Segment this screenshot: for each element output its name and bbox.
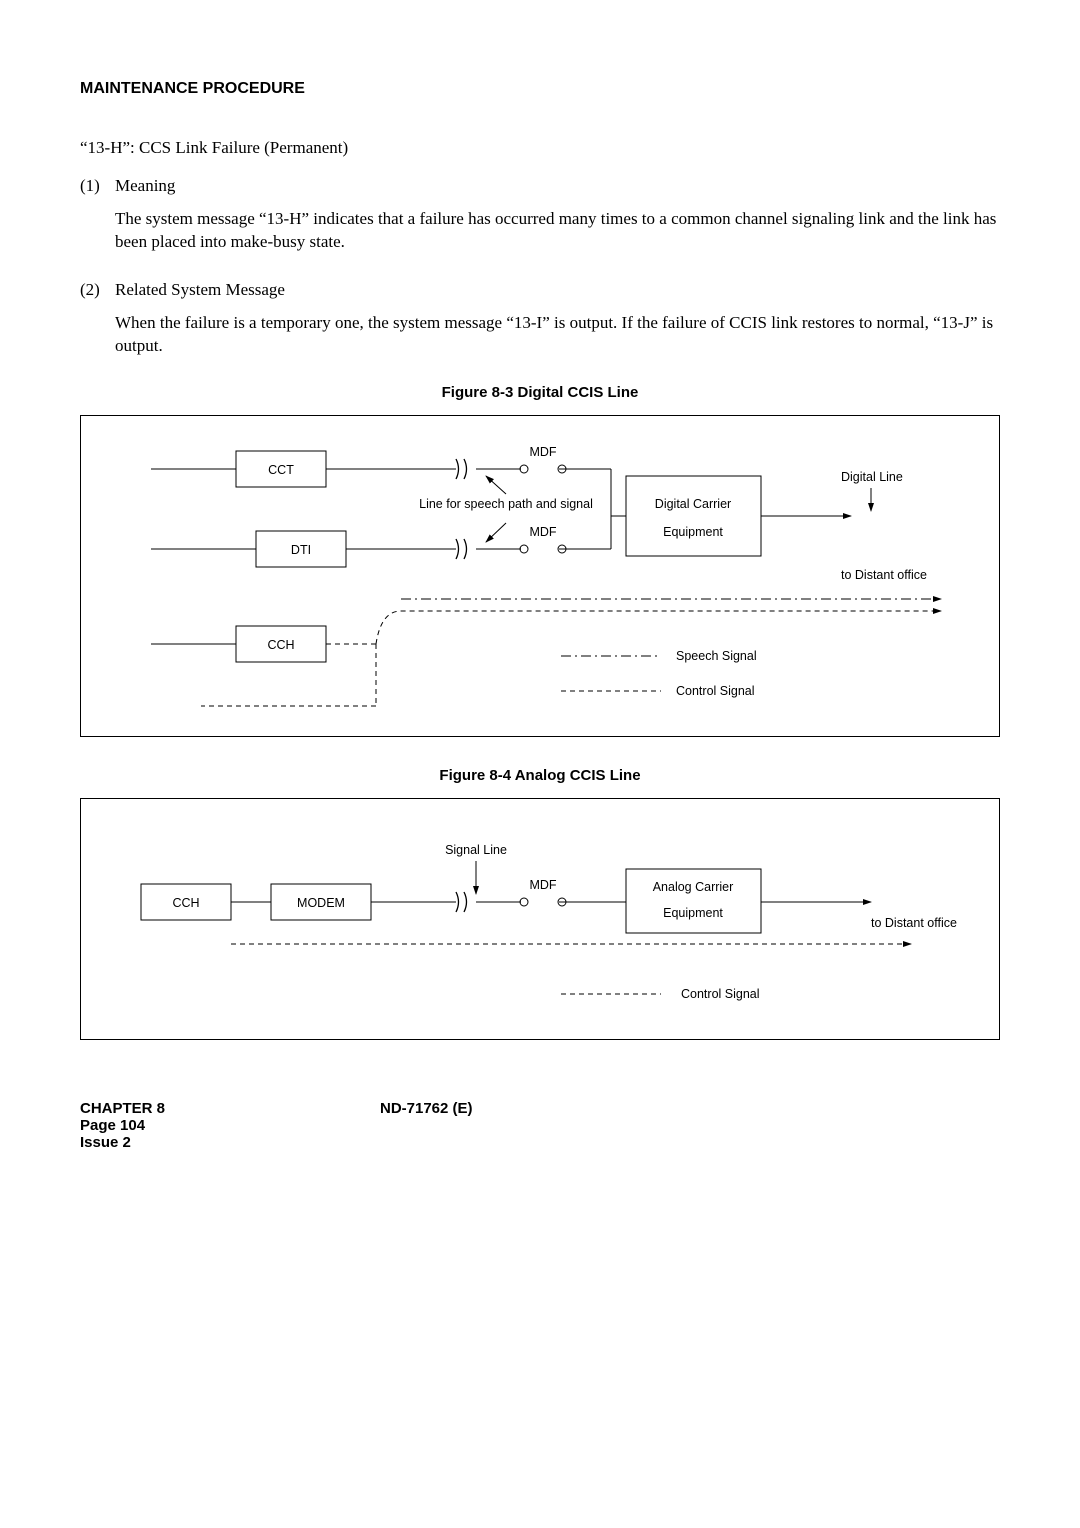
- todist-label-2: to Distant office: [871, 916, 957, 930]
- dti-label: DTI: [291, 543, 311, 557]
- item-1-label: Meaning: [115, 176, 175, 196]
- figure-8-3-caption: Figure 8-3 Digital CCIS Line: [80, 384, 1000, 401]
- page-footer: CHAPTER 8 Page 104 Issue 2 ND-71762 (E): [80, 1100, 1000, 1151]
- item-2-num: (2): [80, 280, 115, 300]
- figure-8-3: CCT MDF DTI MDF Line for speech path and…: [80, 415, 1000, 737]
- cch-label-2: CCH: [172, 896, 199, 910]
- cct-label: CCT: [268, 463, 294, 477]
- sigline-label: Signal Line: [445, 843, 507, 857]
- footer-issue: Issue 2: [80, 1134, 380, 1151]
- cch-label: CCH: [267, 638, 294, 652]
- ace-label1: Analog Carrier: [653, 880, 734, 894]
- dce-label2: Equipment: [663, 525, 723, 539]
- line-for-label: Line for speech path and signal: [419, 497, 593, 511]
- mdf-label-2: MDF: [529, 878, 556, 892]
- item-2-heading: (2) Related System Message: [80, 280, 1000, 300]
- footer-chapter: CHAPTER 8: [80, 1100, 380, 1117]
- page-title: MAINTENANCE PROCEDURE: [80, 80, 1000, 98]
- todist-label: to Distant office: [841, 568, 927, 582]
- item-1-heading: (1) Meaning: [80, 176, 1000, 196]
- ace-label2: Equipment: [663, 906, 723, 920]
- footer-page: Page 104: [80, 1117, 380, 1134]
- speech-legend: Speech Signal: [676, 649, 757, 663]
- mdf1-label: MDF: [529, 445, 556, 459]
- control-legend: Control Signal: [676, 684, 755, 698]
- item-2-label: Related System Message: [115, 280, 285, 300]
- control-legend-2: Control Signal: [681, 987, 760, 1001]
- figure-8-4: CCH MODEM Signal Line MDF Analog Carrier…: [80, 798, 1000, 1040]
- footer-docno: ND-71762 (E): [380, 1100, 473, 1151]
- dce-label1: Digital Carrier: [655, 497, 731, 511]
- item-1-body: The system message “13-H” indicates that…: [115, 208, 1000, 254]
- mdf2-label: MDF: [529, 525, 556, 539]
- message-code: “13-H”: CCS Link Failure (Permanent): [80, 138, 1000, 158]
- item-2-body: When the failure is a temporary one, the…: [115, 312, 1000, 358]
- modem-label: MODEM: [297, 896, 345, 910]
- figure-8-4-caption: Figure 8-4 Analog CCIS Line: [80, 767, 1000, 784]
- digline-label: Digital Line: [841, 470, 903, 484]
- item-1-num: (1): [80, 176, 115, 196]
